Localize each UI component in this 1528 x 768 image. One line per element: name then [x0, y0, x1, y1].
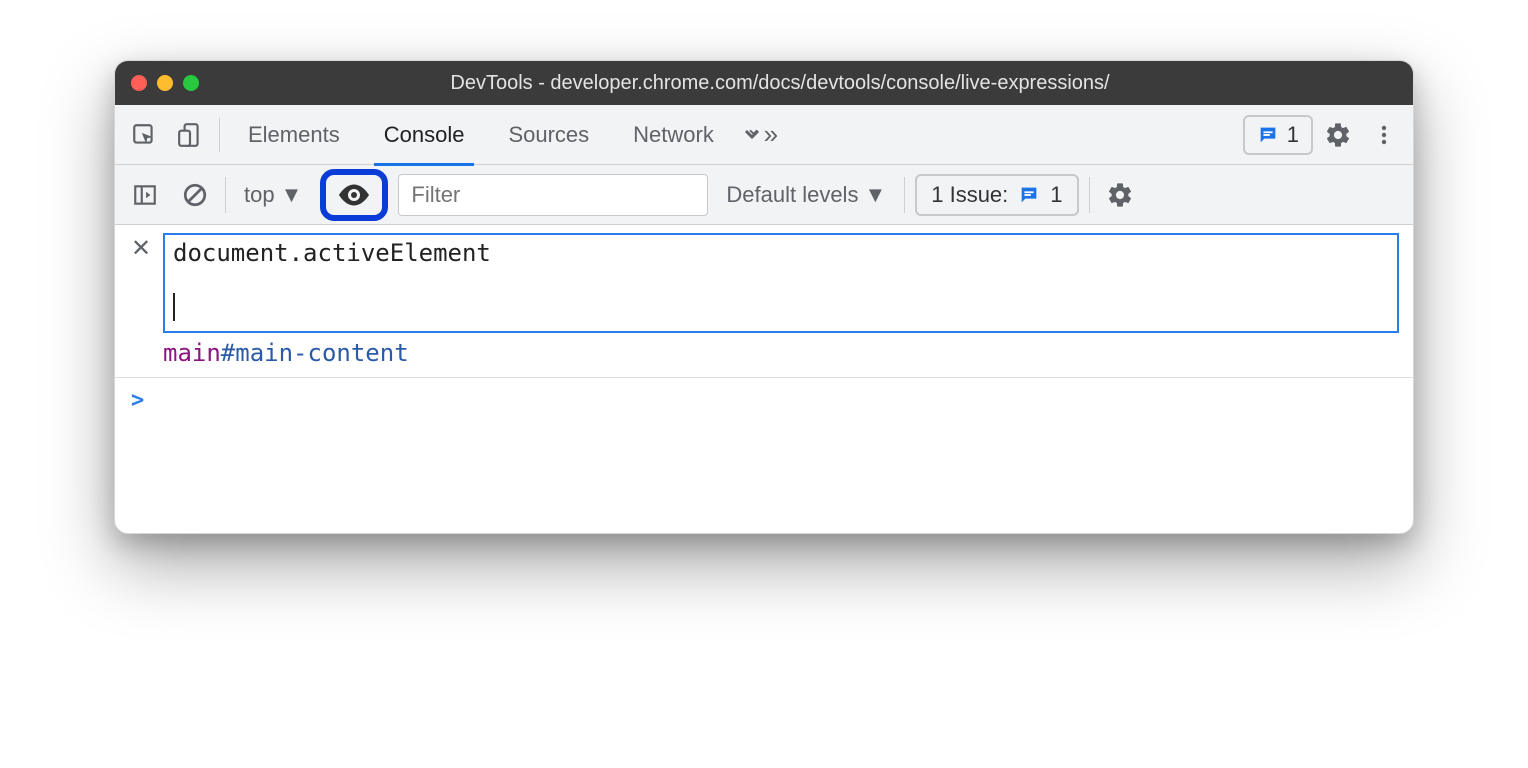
tab-network[interactable]: Network [613, 105, 734, 165]
issues-label: 1 Issue: [931, 182, 1008, 208]
result-id: #main-content [221, 339, 409, 367]
main-tabbar: Elements Console Sources Network » 1 [115, 105, 1413, 165]
devtools-window: DevTools - developer.chrome.com/docs/dev… [114, 60, 1414, 534]
issues-button[interactable]: 1 Issue: 1 [915, 174, 1078, 216]
chevron-down-icon: ▼ [864, 182, 886, 208]
toggle-sidebar-icon[interactable] [125, 175, 165, 215]
eye-icon [336, 177, 372, 213]
settings-icon[interactable] [1317, 114, 1359, 156]
create-live-expression-button[interactable] [320, 169, 388, 221]
context-label: top [244, 182, 275, 208]
tab-sources[interactable]: Sources [488, 105, 609, 165]
chat-icon [1018, 184, 1040, 206]
chevron-down-icon: ▼ [281, 182, 303, 208]
log-levels-selector[interactable]: Default levels ▼ [718, 182, 894, 208]
titlebar: DevTools - developer.chrome.com/docs/dev… [115, 61, 1413, 105]
issues-count: 1 [1050, 182, 1062, 208]
execution-context-selector[interactable]: top ▼ [236, 182, 310, 208]
console-prompt[interactable]: > [115, 378, 1413, 533]
separator [225, 177, 226, 213]
filter-input[interactable] [398, 174, 708, 216]
remove-live-expression-button[interactable]: ✕ [129, 237, 153, 261]
prompt-caret-icon: > [131, 388, 144, 413]
levels-label: Default levels [726, 182, 858, 208]
console-settings-icon[interactable] [1100, 175, 1140, 215]
live-expression-input[interactable]: document.activeElement [163, 233, 1399, 333]
tab-console[interactable]: Console [364, 105, 485, 165]
result-tag: main [163, 339, 221, 367]
live-expression-area: ✕ document.activeElement main#main-conte… [115, 225, 1413, 378]
close-window-button[interactable] [131, 75, 147, 91]
text-caret [173, 293, 175, 321]
live-expression-text: document.activeElement [173, 239, 491, 267]
window-title: DevTools - developer.chrome.com/docs/dev… [163, 72, 1397, 95]
separator [904, 177, 905, 213]
tab-elements[interactable]: Elements [228, 105, 360, 165]
more-options-icon[interactable] [1363, 114, 1405, 156]
more-tabs-icon[interactable]: » [738, 114, 780, 156]
live-expression-result: main#main-content [163, 339, 1399, 367]
separator [219, 118, 220, 152]
separator [1089, 177, 1090, 213]
clear-console-icon[interactable] [175, 175, 215, 215]
messages-badge[interactable]: 1 [1243, 115, 1313, 155]
console-toolbar: top ▼ Default levels ▼ 1 Issue: 1 [115, 165, 1413, 225]
device-toolbar-icon[interactable] [169, 114, 211, 156]
inspect-element-icon[interactable] [123, 114, 165, 156]
messages-count: 1 [1287, 122, 1299, 148]
chat-icon [1257, 124, 1279, 146]
